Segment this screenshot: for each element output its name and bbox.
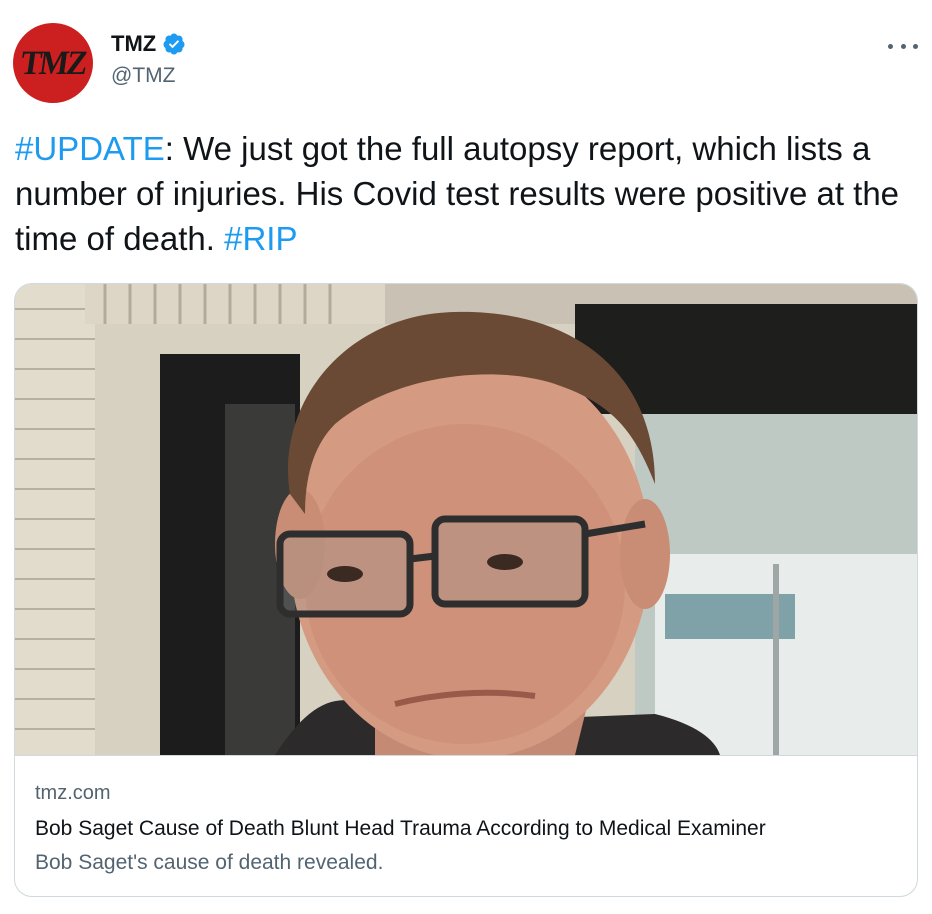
card-photo-illustration	[15, 284, 917, 755]
display-name[interactable]: TMZ	[111, 31, 156, 57]
card-image[interactable]	[15, 284, 917, 755]
dot	[913, 43, 918, 49]
dot	[888, 43, 893, 49]
author-info: TMZ @TMZ	[111, 30, 186, 88]
link-card[interactable]: tmz.com Bob Saget Cause of Death Blunt H…	[14, 283, 918, 897]
card-meta[interactable]: tmz.com Bob Saget Cause of Death Blunt H…	[15, 755, 917, 896]
name-row: TMZ	[111, 30, 186, 58]
avatar[interactable]: TMZ	[13, 23, 93, 103]
tweet: TMZ TMZ @TMZ #UPDATE: We just got the fu…	[0, 0, 932, 914]
verified-badge-icon	[163, 33, 185, 55]
tweet-text: #UPDATE: We just got the full autopsy re…	[15, 126, 915, 261]
card-title: Bob Saget Cause of Death Blunt Head Trau…	[35, 817, 766, 840]
handle[interactable]: @TMZ	[111, 64, 186, 88]
avatar-logo-text: TMZ	[18, 43, 89, 82]
more-options-icon[interactable]	[888, 36, 918, 56]
dot	[900, 43, 906, 49]
hashtag-update-link[interactable]: #UPDATE	[15, 130, 165, 167]
card-description: Bob Saget's cause of death revealed.	[35, 851, 384, 874]
hashtag-rip-link[interactable]: #RIP	[224, 220, 297, 257]
card-domain: tmz.com	[35, 782, 111, 804]
